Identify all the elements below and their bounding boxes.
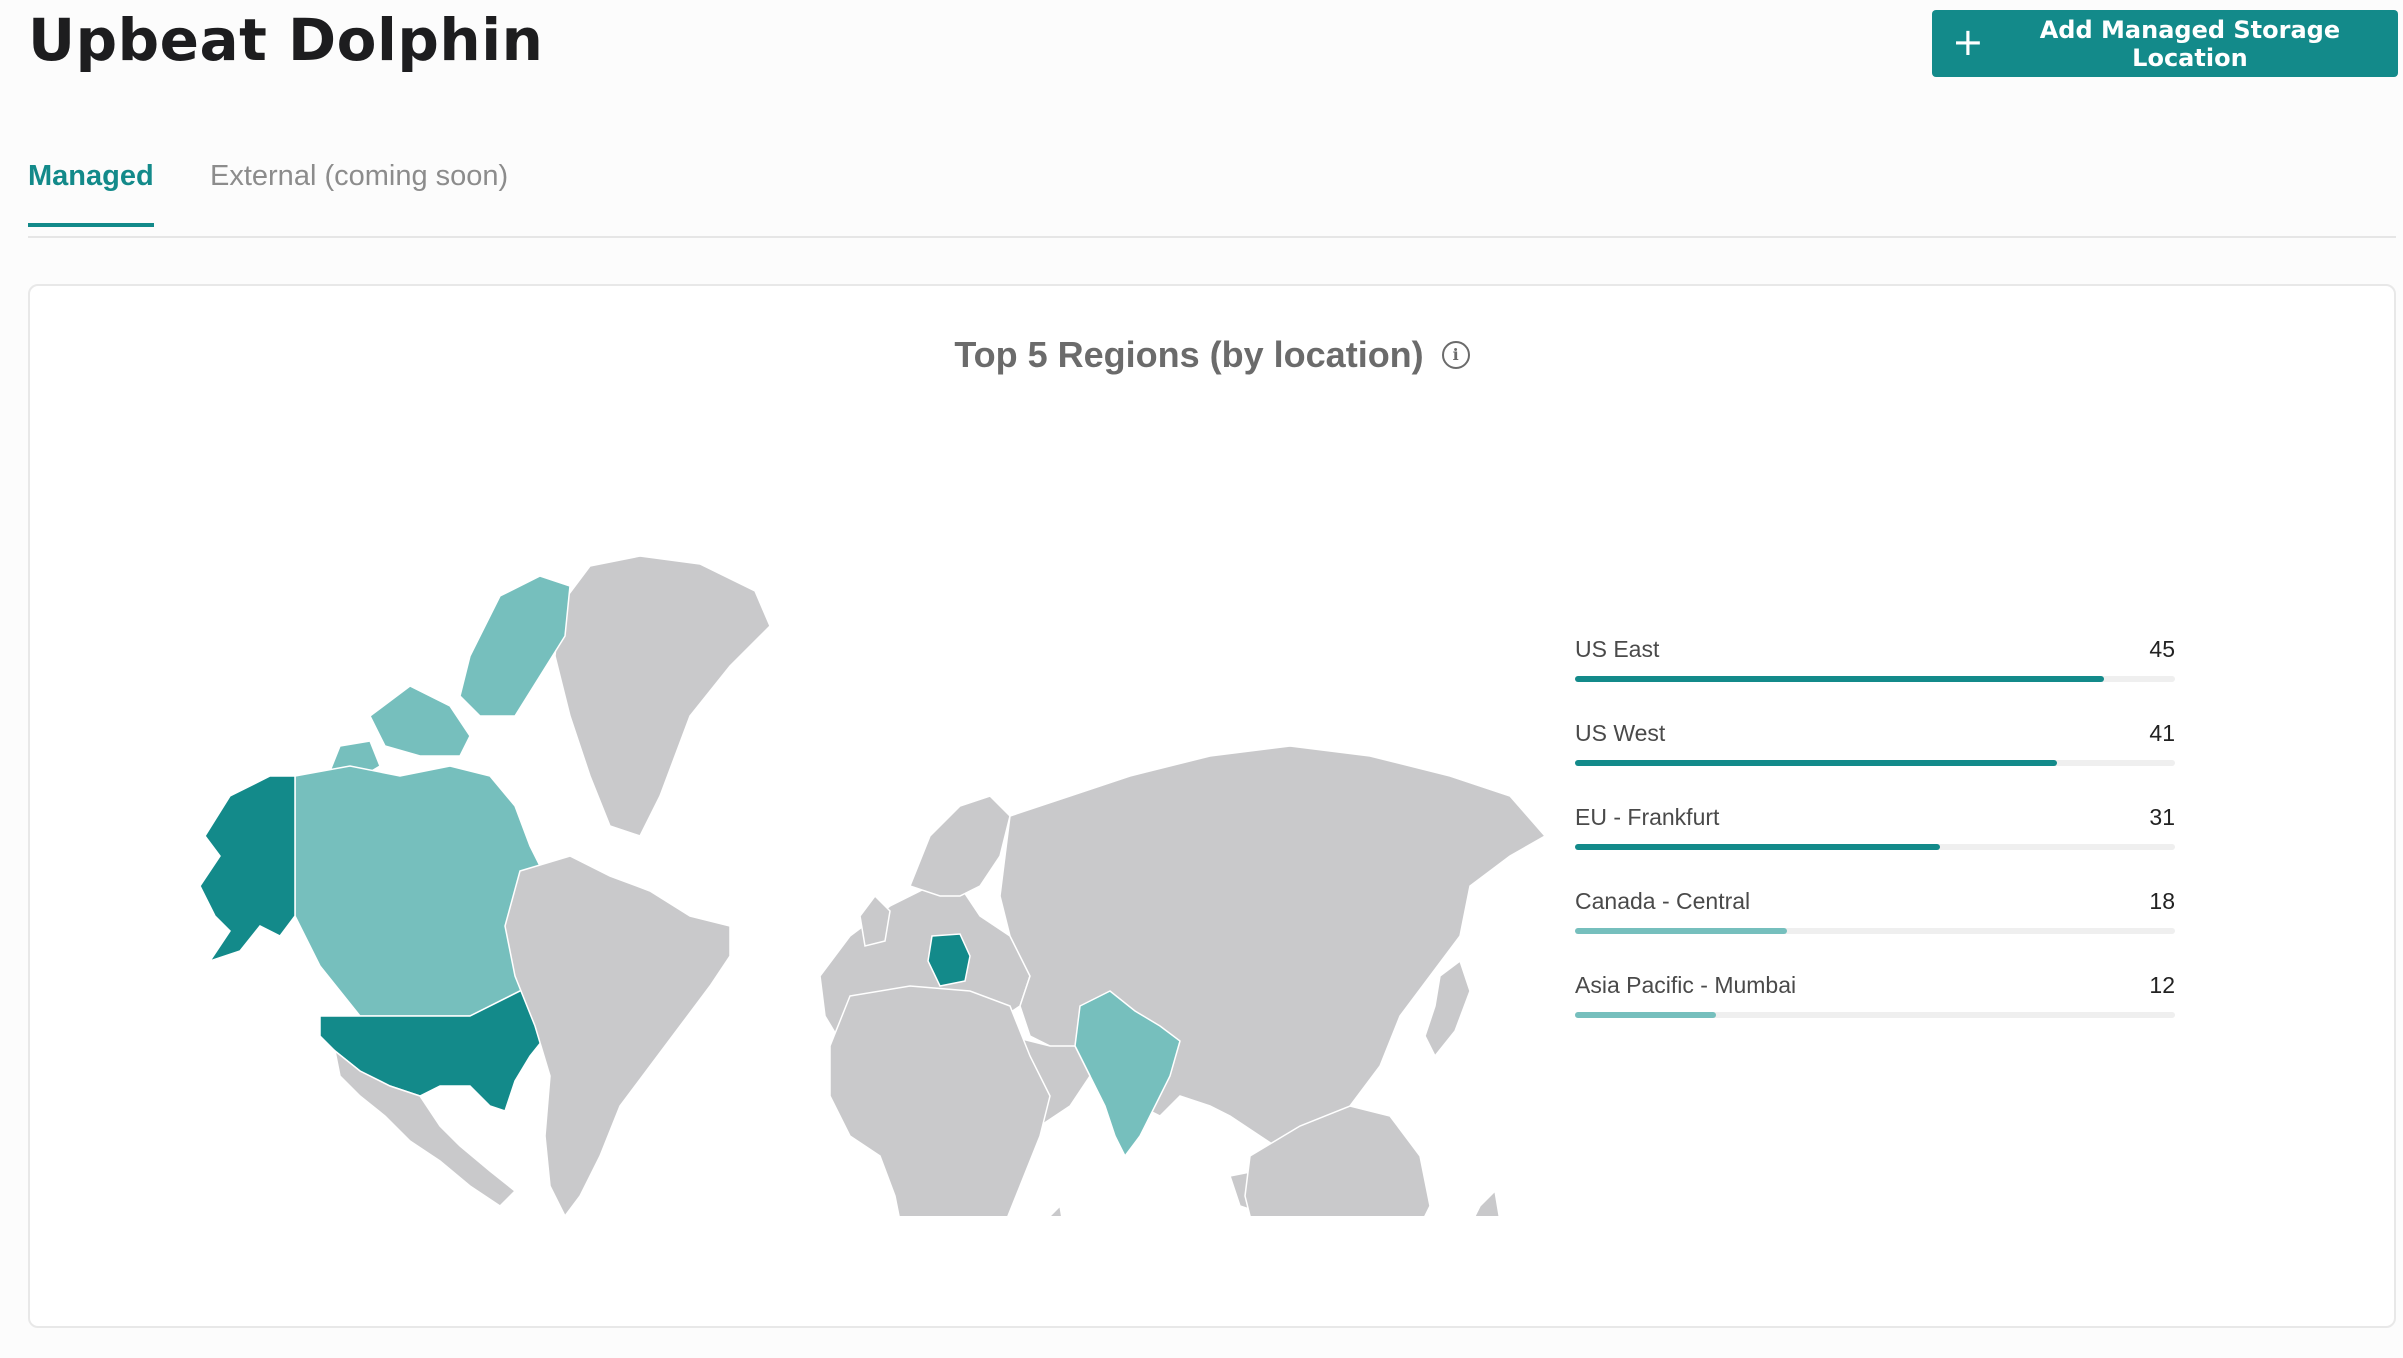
legend-track bbox=[1575, 760, 2175, 766]
legend-value: 18 bbox=[2149, 888, 2175, 914]
legend-label: Canada - Central bbox=[1575, 888, 1751, 914]
map-uk bbox=[859, 894, 891, 947]
legend-value: 45 bbox=[2149, 636, 2175, 662]
card-title-row: Top 5 Regions (by location) i bbox=[30, 334, 2394, 376]
legend-row: Canada - Central 18 bbox=[1575, 888, 2175, 972]
legend-bar bbox=[1575, 844, 1940, 850]
legend-label: US West bbox=[1575, 720, 1666, 746]
legend-value: 41 bbox=[2149, 720, 2175, 746]
legend-bar bbox=[1575, 928, 1787, 934]
legend-row: EU - Frankfurt 31 bbox=[1575, 804, 2175, 888]
tab-external[interactable]: External (coming soon) bbox=[210, 160, 508, 223]
legend-row: US East 45 bbox=[1575, 636, 2175, 720]
map-south-america bbox=[504, 855, 731, 1216]
map-canada-islands bbox=[369, 685, 471, 757]
regions-card: Top 5 Regions (by location) i US East 45… bbox=[28, 284, 2396, 1328]
legend-track bbox=[1575, 676, 2175, 682]
map-scandinavia bbox=[909, 795, 1011, 897]
map-asia bbox=[999, 745, 1547, 1157]
tab-bar: Managed External (coming soon) bbox=[28, 150, 2396, 238]
plus-icon: + bbox=[1952, 19, 1984, 64]
map-madagascar bbox=[1049, 1204, 1063, 1216]
legend-track bbox=[1575, 1012, 2175, 1018]
map-alaska bbox=[199, 775, 296, 963]
tab-managed[interactable]: Managed bbox=[28, 160, 154, 227]
map-new-zealand bbox=[1474, 1189, 1500, 1216]
legend-value: 12 bbox=[2149, 972, 2175, 998]
world-map bbox=[199, 555, 1547, 1216]
info-icon[interactable]: i bbox=[1441, 341, 1470, 369]
page: Upbeat Dolphin + Add Managed Storage Loc… bbox=[0, 0, 2403, 1358]
legend-track bbox=[1575, 928, 2175, 934]
regions-legend: US East 45 US West 41 EU - Frankfurt 31 bbox=[1575, 636, 2175, 1056]
legend-bar bbox=[1575, 676, 2105, 682]
map-canada-arctic bbox=[459, 575, 571, 717]
legend-row: Asia Pacific - Mumbai 12 bbox=[1575, 972, 2175, 1056]
legend-bar bbox=[1575, 1012, 1717, 1018]
add-managed-storage-location-button[interactable]: + Add Managed Storage Location bbox=[1932, 10, 2398, 77]
legend-track bbox=[1575, 844, 2175, 850]
map-greenland bbox=[554, 555, 771, 837]
add-button-label: Add Managed Storage Location bbox=[2039, 15, 2341, 72]
card-title: Top 5 Regions (by location) bbox=[954, 334, 1424, 375]
page-title: Upbeat Dolphin bbox=[28, 6, 544, 74]
legend-value: 31 bbox=[2149, 804, 2175, 830]
map-africa bbox=[829, 985, 1051, 1216]
legend-bar bbox=[1575, 760, 2058, 766]
legend-label: EU - Frankfurt bbox=[1575, 804, 1720, 830]
legend-label: Asia Pacific - Mumbai bbox=[1575, 972, 1797, 998]
legend-label: US East bbox=[1575, 636, 1660, 662]
map-japan bbox=[1424, 959, 1471, 1058]
legend-row: US West 41 bbox=[1575, 720, 2175, 804]
